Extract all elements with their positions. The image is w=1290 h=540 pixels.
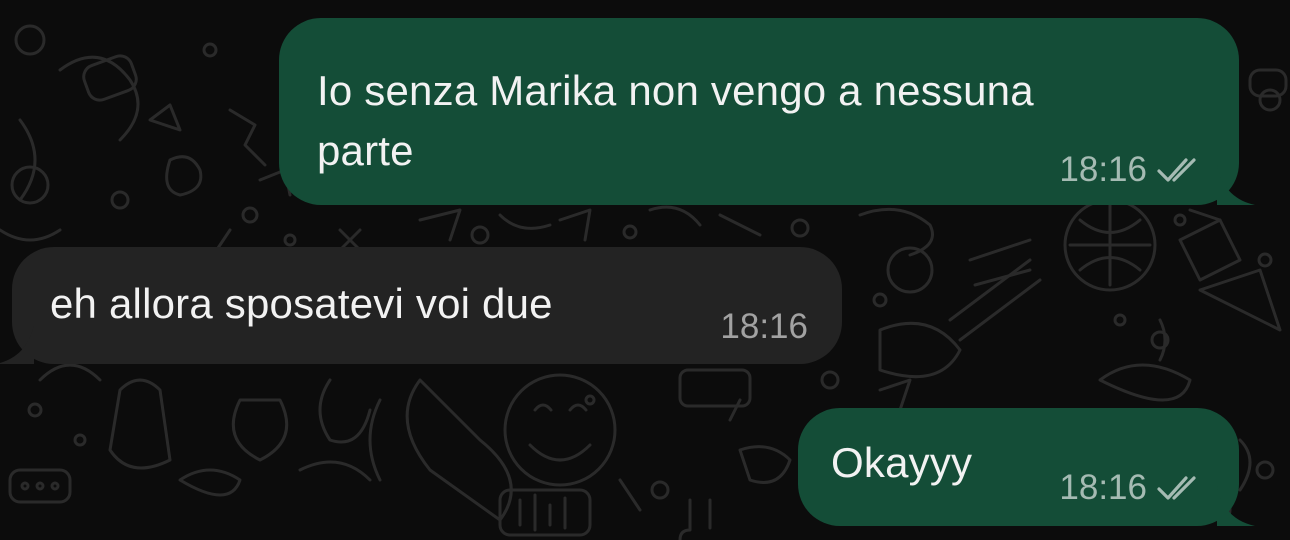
- message-time: 18:16: [1059, 150, 1147, 189]
- outgoing-message-bubble[interactable]: Io senza Marika non vengo a nessuna part…: [279, 18, 1255, 205]
- double-check-icon: [1157, 475, 1203, 501]
- chat-view: Io senza Marika non vengo a nessuna part…: [0, 0, 1290, 540]
- message-text: eh allora sposatevi voi due: [50, 280, 553, 327]
- bubble-tail: [0, 324, 34, 364]
- message-text: Okayyy: [831, 439, 973, 486]
- double-check-icon: [1157, 157, 1203, 183]
- message-time: 18:16: [720, 307, 808, 346]
- message-meta: 18:16: [720, 307, 808, 347]
- message-meta: 18:16: [1059, 468, 1203, 508]
- bubble-tail: [1217, 165, 1255, 205]
- message-text-line: Io senza Marika non vengo a nessuna: [317, 67, 1034, 114]
- message-meta: 18:16: [1059, 150, 1203, 190]
- bubble-tail: [1217, 486, 1255, 526]
- incoming-message-bubble[interactable]: eh allora sposatevi voi due 18:16: [0, 247, 842, 364]
- message-time: 18:16: [1059, 468, 1147, 507]
- outgoing-message-bubble[interactable]: Okayyy 18:16: [798, 408, 1255, 526]
